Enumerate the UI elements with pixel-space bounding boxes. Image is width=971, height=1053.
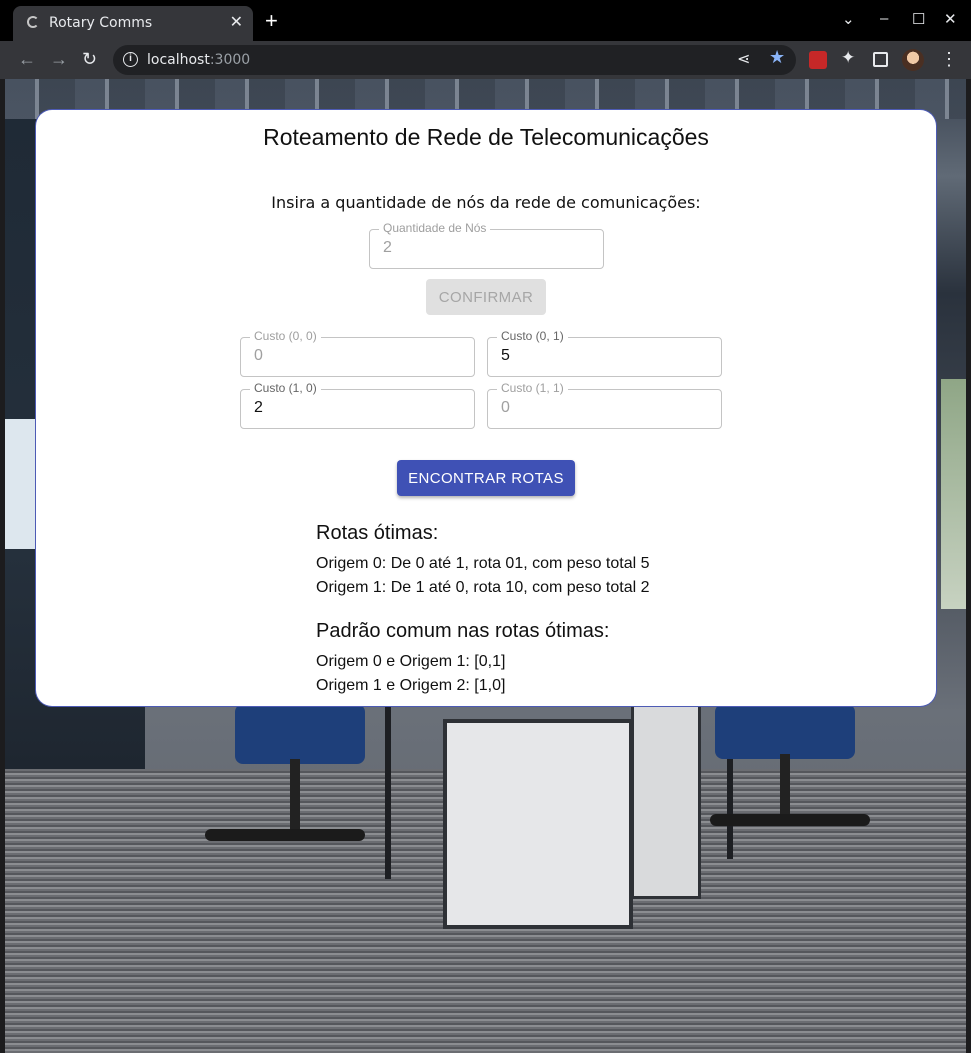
cost-input xyxy=(501,399,701,417)
maximize-icon[interactable]: ☐ xyxy=(912,10,925,28)
cost-input[interactable] xyxy=(501,347,701,365)
url-port: :3000 xyxy=(209,52,251,68)
browser-tab[interactable]: Rotary Comms ✕ xyxy=(13,6,253,41)
find-routes-button[interactable]: ENCONTRAR ROTAS xyxy=(397,460,575,496)
close-tab-icon[interactable]: ✕ xyxy=(230,12,243,32)
address-bar[interactable]: i localhost:3000 ⋖ ★ xyxy=(113,45,796,75)
url-text: localhost:3000 xyxy=(147,52,250,68)
bg-chair-base xyxy=(710,814,870,826)
cost-input[interactable] xyxy=(254,399,454,417)
bookmark-star-icon[interactable]: ★ xyxy=(769,47,785,68)
cost-field-1-1: Custo (1, 1) xyxy=(487,381,722,429)
common-pattern-item: Origem 1 e Origem 2: [1,0] xyxy=(316,677,506,694)
forward-icon[interactable]: → xyxy=(50,50,68,68)
cost-label: Custo (1, 0) xyxy=(250,381,321,395)
optimal-routes-heading: Rotas ótimas: xyxy=(316,522,439,544)
new-tab-icon[interactable]: + xyxy=(265,10,278,32)
common-pattern-item: Origem 0 e Origem 1: [0,1] xyxy=(316,653,506,670)
page-title: Roteamento de Rede de Telecomunicações xyxy=(263,124,709,150)
close-window-icon[interactable]: ✕ xyxy=(944,10,957,28)
profile-avatar[interactable] xyxy=(902,49,924,71)
bg-office-chair xyxy=(715,704,855,759)
optimal-route-item: Origem 0: De 0 até 1, rota 01, com peso … xyxy=(316,555,650,572)
minimize-icon[interactable]: – xyxy=(880,10,888,27)
tab-search-icon[interactable]: ⌄ xyxy=(842,10,855,28)
confirm-button: CONFIRMAR xyxy=(426,279,546,315)
cost-field-0-0: Custo (0, 0) xyxy=(240,329,475,377)
cost-field-1-0[interactable]: Custo (1, 0) xyxy=(240,381,475,429)
cost-field-0-1[interactable]: Custo (0, 1) xyxy=(487,329,722,377)
cost-label: Custo (0, 0) xyxy=(250,329,321,343)
url-host: localhost xyxy=(147,52,210,68)
site-info-icon[interactable]: i xyxy=(123,52,138,67)
optimal-route-item: Origem 1: De 1 até 0, rota 10, com peso … xyxy=(316,579,650,596)
back-icon[interactable]: ← xyxy=(18,50,36,68)
cost-label: Custo (0, 1) xyxy=(497,329,568,343)
cost-input xyxy=(254,347,454,365)
kebab-menu-icon[interactable]: ⋮ xyxy=(940,49,958,70)
reload-icon[interactable]: ↻ xyxy=(82,50,97,68)
bg-window xyxy=(941,379,966,609)
tab-title: Rotary Comms xyxy=(49,15,153,31)
node-count-input xyxy=(383,239,583,257)
app-card: Roteamento de Rede de Telecomunicações I… xyxy=(36,110,936,706)
common-pattern-heading: Padrão comum nas rotas ótimas: xyxy=(316,620,610,642)
bg-cabinet xyxy=(631,699,701,899)
bg-chair-stem xyxy=(290,759,300,839)
node-count-label: Quantidade de Nós xyxy=(379,221,491,235)
results-section: Rotas ótimas: Origem 0: De 0 até 1, rota… xyxy=(316,520,736,698)
node-count-field: Quantidade de Nós xyxy=(369,221,604,269)
browser-toolbar: ← → ↻ i localhost:3000 ⋖ ★ ✦ ⋮ xyxy=(0,41,971,79)
side-panel-icon[interactable] xyxy=(873,52,888,67)
node-count-prompt: Insira a quantidade de nós da rede de co… xyxy=(271,193,701,212)
bg-chair-base xyxy=(205,829,365,841)
browser-tab-bar: Rotary Comms ✕ + ⌄ – ☐ ✕ xyxy=(0,0,971,41)
bg-cabinet xyxy=(443,719,633,929)
share-icon[interactable]: ⋖ xyxy=(737,49,750,69)
puzzle-extensions-icon[interactable]: ✦ xyxy=(841,48,859,67)
bg-office-chair xyxy=(235,704,365,764)
cost-label: Custo (1, 1) xyxy=(497,381,568,395)
bg-partition-pole xyxy=(385,699,391,879)
extension-icon[interactable] xyxy=(809,51,827,69)
loading-favicon-icon xyxy=(27,16,39,28)
